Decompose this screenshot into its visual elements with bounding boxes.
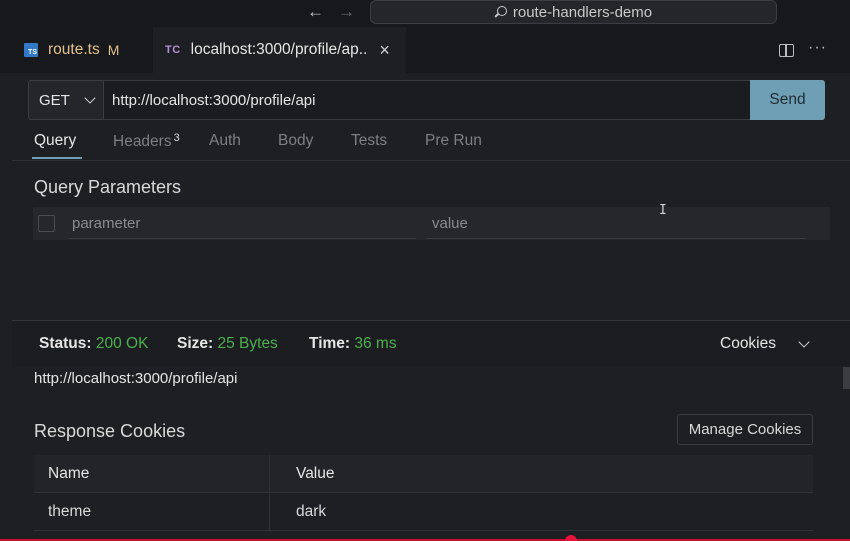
title-bar: ← → route-handlers-demo — [0, 0, 850, 27]
editor-tab-bar: TS route.ts M TC localhost:3000/profile/… — [0, 27, 850, 73]
size-readout: Size: 25 Bytes — [177, 335, 278, 352]
forward-arrow-icon[interactable]: → — [338, 3, 355, 21]
tab-label: localhost:3000/profile/ap.. — [190, 41, 368, 58]
back-arrow-icon[interactable]: ← — [307, 3, 324, 21]
tab-label: route.ts — [48, 41, 100, 58]
response-view-select[interactable]: Cookies — [720, 335, 776, 353]
send-button[interactable]: Send — [750, 80, 825, 120]
query-parameter-row: parameter value — [33, 207, 830, 240]
status-readout: Status: 200 OK — [39, 335, 149, 352]
tab-tests[interactable]: Tests — [351, 132, 387, 150]
text-cursor-icon: I — [659, 203, 667, 218]
time-value: 36 ms — [354, 335, 397, 352]
more-actions-icon[interactable]: ··· — [808, 39, 827, 57]
column-header-name: Name — [48, 465, 90, 482]
cookies-table: Name Value theme dark — [34, 455, 813, 531]
progress-handle[interactable] — [565, 535, 577, 541]
column-header-value: Value — [296, 465, 335, 482]
tab-pre-run[interactable]: Pre Run — [425, 132, 482, 150]
value-underline — [427, 238, 805, 239]
divider — [12, 160, 850, 161]
split-editor-icon[interactable] — [779, 44, 794, 57]
thunder-client-icon: TC — [165, 44, 181, 56]
workspace-name: route-handlers-demo — [512, 3, 653, 21]
typescript-file-icon: TS — [24, 43, 38, 57]
modified-badge: M — [107, 42, 120, 58]
tab-thunder-client-request[interactable]: TC localhost:3000/profile/ap.. × — [153, 27, 406, 73]
column-divider — [269, 455, 270, 492]
tab-headers[interactable]: Headers 3 — [113, 132, 180, 151]
cookie-name: theme — [48, 503, 92, 520]
tab-body[interactable]: Body — [278, 132, 313, 150]
scrollbar[interactable] — [843, 367, 850, 389]
tab-route-ts[interactable]: TS route.ts M — [14, 27, 152, 73]
method-select[interactable]: GET — [28, 80, 103, 120]
status-value: 200 OK — [95, 335, 149, 352]
response-url: http://localhost:3000/profile/api — [34, 370, 238, 387]
manage-cookies-button[interactable]: Manage Cookies — [677, 414, 813, 445]
query-parameters-title: Query Parameters — [34, 177, 182, 197]
time-readout: Time: 36 ms — [309, 335, 397, 352]
method-value: GET — [39, 91, 70, 109]
search-icon — [495, 6, 507, 18]
table-header: Name Value — [34, 455, 813, 493]
headers-count-badge: 3 — [173, 132, 180, 144]
close-icon[interactable]: × — [379, 40, 390, 61]
tab-query[interactable]: Query — [34, 132, 76, 150]
chevron-down-icon — [84, 92, 96, 104]
table-row: theme dark — [34, 493, 813, 531]
parameter-input[interactable]: parameter — [72, 215, 140, 232]
url-input[interactable] — [103, 80, 751, 120]
parameter-checkbox[interactable] — [38, 215, 55, 232]
value-input[interactable]: value — [432, 215, 468, 232]
active-tab-indicator — [32, 157, 82, 159]
response-cookies-title: Response Cookies — [34, 421, 186, 441]
cookie-value: dark — [296, 503, 327, 520]
parameter-underline — [69, 238, 416, 239]
tab-auth[interactable]: Auth — [209, 132, 241, 150]
command-center-search[interactable]: route-handlers-demo — [370, 0, 777, 24]
size-value: 25 Bytes — [217, 335, 278, 352]
column-divider — [269, 493, 270, 530]
